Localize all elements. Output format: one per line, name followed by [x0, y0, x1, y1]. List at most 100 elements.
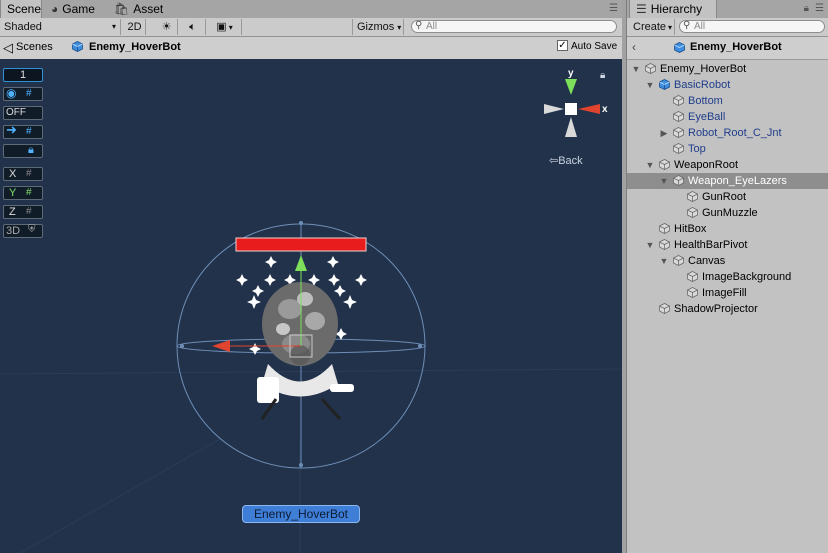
hierarchy-item-label: HitBox: [674, 223, 707, 235]
scene-panel: Scene ◕Game 🛍︎Asset Store ☰ Shaded ▾ 2D …: [0, 0, 622, 553]
orientation-gizmo[interactable]: [544, 79, 600, 137]
panel-menu-icon[interactable]: ☰: [609, 3, 618, 14]
hierarchy-root-title: Enemy_HoverBot: [690, 41, 782, 53]
hierarchy-item-label: BasicRobot: [674, 79, 731, 91]
hierarchy-item[interactable]: ImageFill: [627, 285, 828, 301]
gizmo-y-label: y: [568, 68, 574, 79]
hierarchy-item[interactable]: ▼ HealthBarPivot: [627, 237, 828, 253]
prefab-title: Enemy_HoverBot: [89, 41, 181, 53]
gizmos-label: Gizmos: [357, 21, 395, 33]
gameobject-cube-icon: [687, 207, 698, 218]
hierarchy-tab-bar: ☰ Hierarchy 🔒︎ ☰: [627, 0, 828, 19]
tab-game[interactable]: ◕ Game: [45, 0, 101, 18]
lighting-toggle[interactable]: ☀: [156, 19, 178, 35]
hierarchy-item[interactable]: ShadowProjector: [627, 301, 828, 317]
back-label: Back: [558, 155, 583, 167]
hierarchy-item[interactable]: ▼ BasicRobot: [627, 77, 828, 93]
auto-save-label: Auto Save: [571, 41, 618, 52]
hierarchy-item[interactable]: ▼ WeaponRoot: [627, 157, 828, 173]
hierarchy-item[interactable]: ▶ Robot_Root_C_Jnt: [627, 125, 828, 141]
hierarchy-item[interactable]: ▼ Canvas: [627, 253, 828, 269]
image-icon: ▣: [216, 21, 227, 33]
create-dropdown[interactable]: Create ▾: [629, 19, 675, 35]
sun-icon: ☀: [161, 21, 172, 33]
scene-tab-bar: Scene ◕Game 🛍︎Asset Store ☰: [0, 0, 622, 34]
store-bag-icon: 🛍︎: [114, 2, 130, 16]
back-view-button[interactable]: ⇦Back: [549, 154, 583, 167]
prefab-cube-icon: [674, 42, 685, 53]
hierarchy-breadcrumb: ‹ Enemy_HoverBot: [627, 37, 828, 60]
hierarchy-item[interactable]: Bottom: [627, 93, 828, 109]
hierarchy-item-label: EyeBall: [688, 111, 726, 123]
hierarchy-item[interactable]: EyeBall: [627, 109, 828, 125]
hierarchy-search-placeholder: All: [694, 21, 706, 32]
scene-toolbar: Shaded ▾ 2D ☀ 🔈︎ ▣ ▾ Gizmos ▾ ⚲ All: [0, 18, 622, 37]
gameobject-cube-icon: [687, 191, 698, 202]
gizmos-dropdown[interactable]: Gizmos ▾: [352, 19, 404, 35]
dropdown-arrow-icon: ▾: [397, 23, 402, 32]
expanded-arrow-icon[interactable]: ▼: [659, 253, 669, 269]
panel-menu-icon[interactable]: ☰: [815, 3, 824, 14]
hierarchy-item-label: Enemy_HoverBot: [660, 63, 747, 75]
tab-game-label: Game: [62, 2, 95, 16]
scene-search-input[interactable]: ⚲ All: [411, 20, 617, 33]
hierarchy-item[interactable]: Top: [627, 141, 828, 157]
scenes-breadcrumb-link[interactable]: Scenes: [16, 41, 53, 53]
gameobject-cube-icon: [659, 223, 670, 234]
gameobject-cube-icon: [673, 255, 684, 266]
hierarchy-item-label: ShadowProjector: [674, 303, 758, 315]
back-chevron-icon[interactable]: ◁: [3, 40, 13, 56]
hierarchy-item-label: Robot_Root_C_Jnt: [688, 127, 782, 139]
pacman-icon: ◕: [51, 2, 59, 16]
hierarchy-item[interactable]: ▼ Weapon_EyeLazers: [627, 173, 828, 189]
shading-mode-dropdown[interactable]: Shaded ▾: [0, 19, 121, 35]
expanded-arrow-icon[interactable]: ▼: [631, 61, 641, 77]
hierarchy-item[interactable]: GunMuzzle: [627, 205, 828, 221]
mode-2d-button[interactable]: 2D: [124, 19, 146, 35]
back-chevron-icon[interactable]: ‹: [632, 40, 636, 54]
speaker-icon: 🔈︎: [189, 21, 196, 33]
expanded-arrow-icon[interactable]: ▼: [645, 237, 655, 253]
hierarchy-item[interactable]: ImageBackground: [627, 269, 828, 285]
hierarchy-tree: ▼ Enemy_HoverBot ▼ BasicRobot Bottom EyeBall ▶…: [627, 61, 828, 321]
gizmo-lock-icon[interactable]: 🔒︎: [600, 70, 605, 81]
dropdown-arrow-icon: ▾: [668, 23, 673, 32]
gameobject-cube-icon: [687, 287, 698, 298]
gameobject-cube-icon: [659, 239, 670, 250]
collapsed-arrow-icon[interactable]: ▶: [659, 125, 669, 141]
hierarchy-search-input[interactable]: ⚲ All: [679, 20, 825, 33]
tab-hierarchy-label: Hierarchy: [650, 2, 703, 16]
selected-object-label: Enemy_HoverBot: [242, 505, 360, 523]
auto-save-checkbox[interactable]: ✓: [557, 40, 568, 51]
tab-scene-label: Scene: [7, 2, 42, 16]
gameobject-cube-icon: [645, 63, 656, 74]
scene-search-placeholder: All: [426, 21, 438, 32]
expanded-arrow-icon[interactable]: ▼: [645, 77, 655, 93]
selected-object-name: Enemy_HoverBot: [253, 507, 349, 521]
hierarchy-item-label: Weapon_EyeLazers: [688, 175, 787, 187]
tab-asset-store[interactable]: 🛍︎Asset Store: [108, 0, 198, 34]
lock-icon[interactable]: 🔒︎: [804, 3, 809, 14]
prefab-cube-icon: [72, 41, 83, 52]
gameobject-cube-icon: [659, 303, 670, 314]
hoverbot-model[interactable]: [257, 282, 354, 421]
hierarchy-toolbar: Create ▾ ⚲ All: [627, 18, 828, 37]
audio-toggle[interactable]: 🔈︎: [180, 19, 206, 35]
expanded-arrow-icon[interactable]: ▼: [659, 173, 669, 189]
dropdown-arrow-icon: ▾: [228, 23, 233, 32]
tab-hierarchy[interactable]: ☰ Hierarchy: [629, 0, 717, 18]
hierarchy-panel: ☰ Hierarchy 🔒︎ ☰ Create ▾ ⚲ All ‹ Enemy_Ho…: [626, 0, 828, 553]
expanded-arrow-icon[interactable]: ▼: [645, 157, 655, 173]
effects-dropdown[interactable]: ▣ ▾: [208, 19, 242, 35]
dropdown-arrow-icon: ▾: [111, 22, 116, 31]
scene-viewport[interactable]: 1 ◉ # OFF ➜ # 🔒︎ X # Y # Z # 3D ⛨ y x 🔒︎…: [0, 59, 622, 553]
gizmo-x-label: x: [602, 104, 608, 115]
hierarchy-item[interactable]: ▼ Enemy_HoverBot: [627, 61, 828, 77]
hierarchy-item[interactable]: HitBox: [627, 221, 828, 237]
hierarchy-item-label: WeaponRoot: [674, 159, 739, 171]
gameobject-cube-icon: [673, 95, 684, 106]
breadcrumb: ◁ Scenes Enemy_HoverBot ✓ Auto Save: [0, 37, 622, 60]
hierarchy-item-label: HealthBarPivot: [674, 239, 748, 251]
hierarchy-item[interactable]: GunRoot: [627, 189, 828, 205]
tab-scene[interactable]: Scene: [0, 0, 42, 18]
